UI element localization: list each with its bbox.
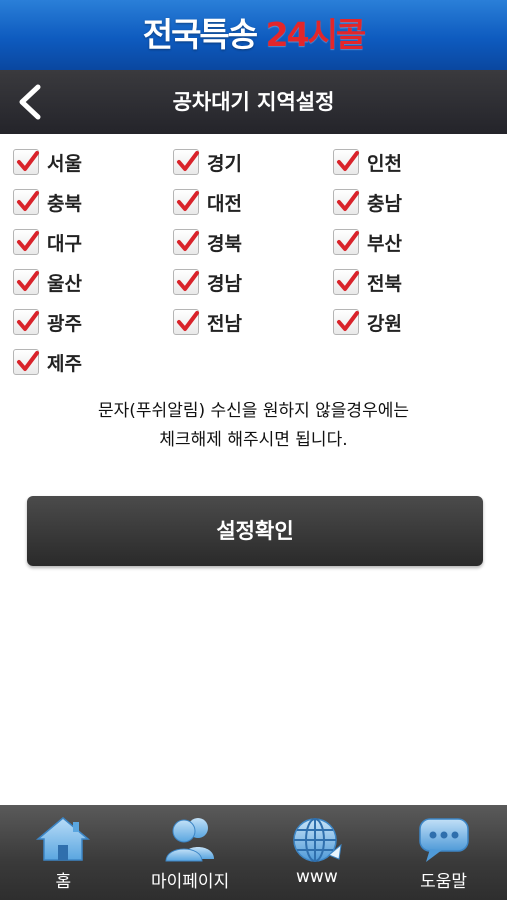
region-checkbox[interactable] <box>333 189 359 215</box>
nav-mypage-label: 마이페이지 <box>151 872 230 892</box>
region-checkbox[interactable] <box>13 189 39 215</box>
region-item[interactable]: 강원 <box>333 302 493 342</box>
region-label: 경남 <box>207 272 242 295</box>
region-label: 인천 <box>367 152 402 175</box>
app-title-main: 전국특송 <box>142 15 266 54</box>
region-item[interactable]: 전북 <box>333 262 493 302</box>
nav-help-label: 도움말 <box>420 872 468 892</box>
checkmark-icon <box>337 191 359 211</box>
notice-text: 문자(푸쉬알림) 수신을 원하지 않을경우에는 체크해제 해주시면 됩니다. <box>0 397 507 455</box>
region-label: 부산 <box>367 232 402 255</box>
region-label: 경북 <box>207 232 242 255</box>
app-title-accent: 24시콜 <box>265 15 367 54</box>
checkmark-icon <box>17 191 39 211</box>
region-label: 충남 <box>367 192 402 215</box>
home-icon <box>36 817 91 861</box>
region-item[interactable]: 인천 <box>333 142 493 182</box>
checkmark-icon <box>177 191 199 211</box>
globe-icon <box>293 818 342 862</box>
region-item[interactable]: 전남 <box>173 302 333 342</box>
notice-line-1: 문자(푸쉬알림) 수신을 원하지 않을경우에는 <box>98 401 409 421</box>
checkmark-icon <box>177 151 199 171</box>
region-checkbox[interactable] <box>333 229 359 255</box>
checkmark-icon <box>17 351 39 371</box>
region-checkbox[interactable] <box>13 309 39 335</box>
region-item[interactable]: 경기 <box>173 142 333 182</box>
region-item[interactable]: 대전 <box>173 182 333 222</box>
chevron-left-icon <box>19 84 41 120</box>
checkmark-icon <box>17 271 39 291</box>
region-item[interactable]: 충북 <box>13 182 173 222</box>
region-label: 대전 <box>207 192 242 215</box>
region-item[interactable]: 부산 <box>333 222 493 262</box>
confirm-settings-button[interactable]: 설정확인 <box>27 496 483 566</box>
region-label: 대구 <box>47 232 82 255</box>
nav-home[interactable]: 홈 <box>0 805 127 900</box>
checkmark-icon <box>337 271 359 291</box>
region-checkbox[interactable] <box>173 149 199 175</box>
back-button[interactable] <box>10 80 54 124</box>
checkmark-icon <box>177 311 199 331</box>
region-checkbox[interactable] <box>13 349 39 375</box>
region-checkbox[interactable] <box>173 309 199 335</box>
checkmark-icon <box>177 231 199 251</box>
region-checkbox[interactable] <box>13 149 39 175</box>
nav-home-label: 홈 <box>55 872 72 892</box>
chat-bubble-icon <box>418 818 469 862</box>
region-label: 울산 <box>47 272 82 295</box>
region-label: 충북 <box>47 192 82 215</box>
region-item[interactable]: 충남 <box>333 182 493 222</box>
title-bar: 공차대기 지역설정 <box>0 70 507 134</box>
region-item[interactable]: 대구 <box>13 222 173 262</box>
page-title: 공차대기 지역설정 <box>172 90 335 114</box>
region-label: 경기 <box>207 152 242 175</box>
bottom-nav: 홈 마이페이지 www 도움말 <box>0 805 507 900</box>
nav-mypage[interactable]: 마이페이지 <box>127 805 254 900</box>
region-checkbox[interactable] <box>173 269 199 295</box>
notice-line-2: 체크해제 해주시면 됩니다. <box>159 430 348 450</box>
region-label: 강원 <box>367 312 402 335</box>
region-checkbox[interactable] <box>333 309 359 335</box>
region-checkbox[interactable] <box>173 189 199 215</box>
region-label: 제주 <box>47 352 82 375</box>
checkmark-icon <box>337 231 359 251</box>
region-item[interactable]: 경남 <box>173 262 333 302</box>
checkmark-icon <box>337 311 359 331</box>
checkmark-icon <box>17 311 39 331</box>
region-label: 서울 <box>47 152 82 175</box>
users-icon <box>165 818 215 862</box>
region-item[interactable]: 서울 <box>13 142 173 182</box>
region-item[interactable]: 광주 <box>13 302 173 342</box>
checkmark-icon <box>17 231 39 251</box>
region-checkbox[interactable] <box>173 229 199 255</box>
checkmark-icon <box>337 151 359 171</box>
region-checkbox-list: 서울 경기 인천충북 대전 충남대구 경북 부산울산 경남 전북광주 전남 강원제주 <box>13 142 503 382</box>
region-item[interactable]: 제주 <box>13 342 173 382</box>
checkmark-icon <box>177 271 199 291</box>
checkmark-icon <box>17 151 39 171</box>
nav-www[interactable]: www <box>254 805 381 900</box>
region-label: 광주 <box>47 312 82 335</box>
region-checkbox[interactable] <box>333 149 359 175</box>
region-item[interactable]: 울산 <box>13 262 173 302</box>
app-header: 전국특송 24시콜 <box>0 0 507 70</box>
region-item[interactable]: 경북 <box>173 222 333 262</box>
region-label: 전북 <box>367 272 402 295</box>
region-checkbox[interactable] <box>333 269 359 295</box>
nav-help[interactable]: 도움말 <box>380 805 507 900</box>
region-checkbox[interactable] <box>13 269 39 295</box>
nav-www-label: www <box>296 867 338 887</box>
region-label: 전남 <box>207 312 242 335</box>
region-checkbox[interactable] <box>13 229 39 255</box>
